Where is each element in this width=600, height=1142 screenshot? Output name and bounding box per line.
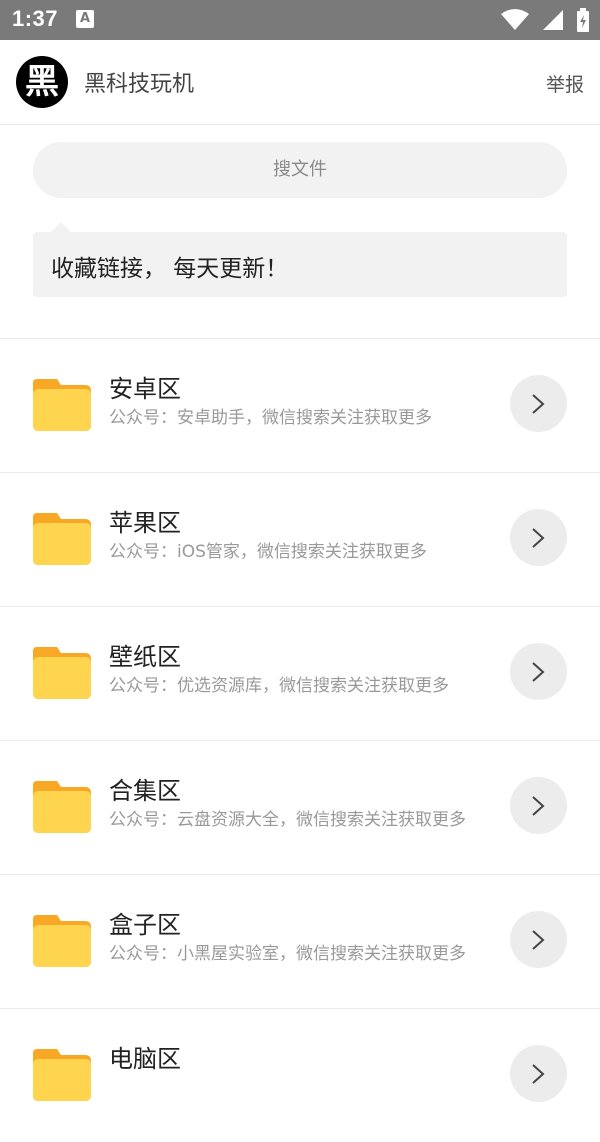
notice-banner: 收藏链接， 每天更新！ <box>33 222 567 297</box>
list-item[interactable]: 苹果区 公众号：iOS管家，微信搜索关注获取更多 <box>0 472 600 606</box>
chevron-right-icon <box>532 1064 545 1084</box>
list-item[interactable]: 安卓区 公众号：安卓助手，微信搜索关注获取更多 <box>0 338 600 472</box>
folder-list: 安卓区 公众号：安卓助手，微信搜索关注获取更多 苹果区 公众号：iOS管家，微信… <box>0 338 600 1142</box>
folder-desc: 公众号：小黑屋实验室，微信搜索关注获取更多 <box>109 944 466 964</box>
chevron-right-icon <box>532 394 545 414</box>
chevron-right-icon <box>532 528 545 548</box>
page-title: 黑科技玩机 <box>84 72 195 97</box>
list-item[interactable]: 合集区 公众号：云盘资源大全，微信搜索关注获取更多 <box>0 740 600 874</box>
signal-icon <box>542 10 563 30</box>
avatar[interactable]: 黑 <box>16 56 68 108</box>
folder-name: 壁纸区 <box>109 643 181 671</box>
battery-icon <box>577 8 589 32</box>
wifi-icon <box>500 9 529 30</box>
folder-name: 合集区 <box>109 777 181 805</box>
notice-text: 收藏链接， 每天更新！ <box>51 256 289 282</box>
open-folder-button[interactable] <box>510 643 567 700</box>
chevron-right-icon <box>532 930 545 950</box>
chevron-right-icon <box>532 662 545 682</box>
list-item[interactable]: 壁纸区 公众号：优选资源库，微信搜索关注获取更多 <box>0 606 600 740</box>
report-button[interactable]: 举报 <box>546 70 584 97</box>
folder-desc: 公众号：iOS管家，微信搜索关注获取更多 <box>109 542 427 562</box>
open-folder-button[interactable] <box>510 375 567 432</box>
folder-name: 电脑区 <box>109 1045 181 1073</box>
folder-icon <box>33 1049 91 1101</box>
folder-name: 苹果区 <box>109 509 181 537</box>
status-time: 1:37 <box>12 6 59 31</box>
search-input[interactable]: 搜文件 <box>33 142 567 198</box>
app-bar: 黑 黑科技玩机 举报 <box>0 40 600 125</box>
folder-icon <box>33 379 91 431</box>
folder-icon <box>33 513 91 565</box>
open-folder-button[interactable] <box>510 1045 567 1102</box>
open-folder-button[interactable] <box>510 777 567 834</box>
list-item[interactable]: 电脑区 <box>0 1008 600 1142</box>
folder-name: 安卓区 <box>109 375 181 403</box>
folder-icon <box>33 781 91 833</box>
status-icons <box>494 8 590 32</box>
list-item[interactable]: 盒子区 公众号：小黑屋实验室，微信搜索关注获取更多 <box>0 874 600 1008</box>
chevron-right-icon <box>532 796 545 816</box>
open-folder-button[interactable] <box>510 911 567 968</box>
folder-desc: 公众号：优选资源库，微信搜索关注获取更多 <box>109 676 449 696</box>
folder-icon <box>33 647 91 699</box>
open-folder-button[interactable] <box>510 509 567 566</box>
folder-desc: 公众号：云盘资源大全，微信搜索关注获取更多 <box>109 810 466 830</box>
folder-desc: 公众号：安卓助手，微信搜索关注获取更多 <box>109 408 432 428</box>
folder-name: 盒子区 <box>109 911 181 939</box>
notification-icon: A <box>76 10 94 28</box>
status-bar: 1:37 A <box>0 0 600 40</box>
folder-icon <box>33 915 91 967</box>
